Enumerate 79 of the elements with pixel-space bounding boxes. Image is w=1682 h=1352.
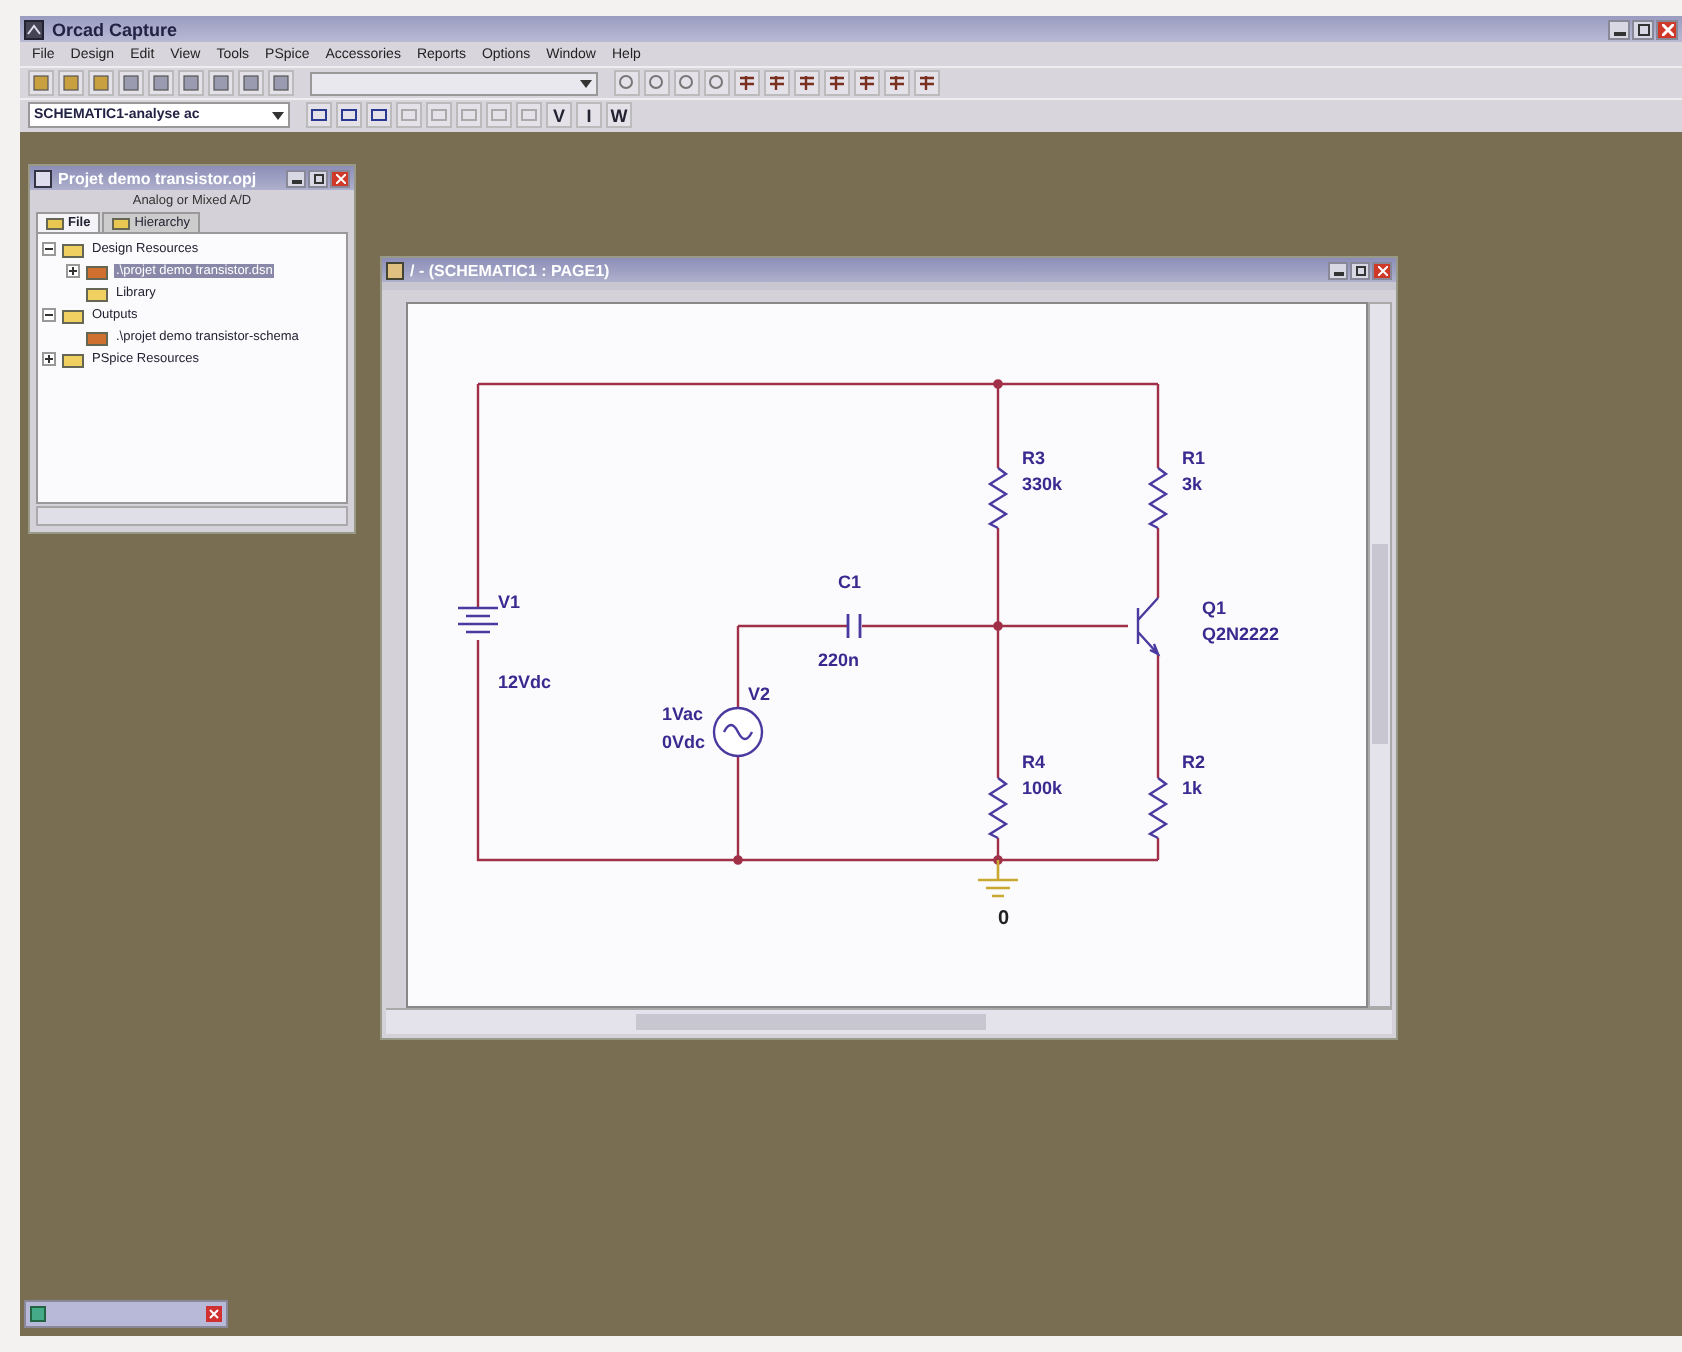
toolbar-button[interactable] [704, 70, 730, 96]
expander-icon[interactable] [66, 264, 80, 278]
window-icon [30, 1306, 46, 1322]
component-value: 12Vdc [498, 672, 552, 692]
toolbar-button[interactable] [336, 102, 362, 128]
window-title: / - (SCHEMATIC1 : PAGE1) [410, 261, 610, 279]
toolbar-button[interactable] [208, 70, 234, 96]
close-button[interactable] [1656, 19, 1678, 39]
dropdown-arrow-icon [272, 109, 284, 121]
toolbar-button[interactable] [58, 70, 84, 96]
component-label: 0 [998, 908, 1010, 930]
component-value: 3k [1182, 474, 1203, 494]
horizontal-scrollbar[interactable] [386, 1008, 1392, 1034]
dropdown-arrow-icon [580, 77, 592, 89]
component-value: 220n [818, 650, 860, 670]
minimized-window[interactable] [24, 1300, 228, 1328]
component-label: R3 [1022, 448, 1046, 468]
toolbar-button[interactable] [644, 70, 670, 96]
toolbar-button[interactable] [734, 70, 760, 96]
toolbar-button[interactable] [88, 70, 114, 96]
toolbar-button[interactable] [794, 70, 820, 96]
component-value: 100k [1022, 778, 1063, 798]
toolbar-button[interactable] [614, 70, 640, 96]
maximize-button[interactable] [308, 169, 328, 187]
toolbar-button[interactable] [884, 70, 910, 96]
toolbar-button[interactable] [306, 102, 332, 128]
component-label: V2 [748, 684, 771, 704]
toolbar-button[interactable] [366, 102, 392, 128]
expander-icon[interactable] [42, 352, 56, 366]
component-label: R1 [1182, 448, 1206, 468]
project-icon [34, 169, 52, 187]
toolbar-button[interactable] [854, 70, 880, 96]
app-icon [24, 19, 44, 39]
component-value: 330k [1022, 474, 1063, 494]
component-value: 1k [1182, 778, 1203, 798]
toolbar-button[interactable] [268, 70, 294, 96]
toolbar-button[interactable] [178, 70, 204, 96]
component-value: 0Vdc [662, 732, 706, 752]
toolbar-button[interactable] [674, 70, 700, 96]
maximize-icon [1355, 265, 1365, 275]
close-icon [335, 173, 345, 183]
marker-button[interactable]: W [606, 102, 632, 128]
horizontal-scrollbar[interactable] [36, 506, 348, 526]
close-icon [1661, 23, 1673, 35]
expander-icon[interactable] [42, 308, 56, 322]
vertical-scrollbar[interactable] [1368, 302, 1392, 1008]
restore-button[interactable] [1632, 19, 1654, 39]
toolbar-button[interactable] [764, 70, 790, 96]
window-title: Orcad Capture [52, 19, 178, 39]
expander-icon[interactable] [42, 242, 56, 256]
window-title: Projet demo transistor.opj [58, 169, 257, 187]
marker-button[interactable]: I [576, 102, 602, 128]
component-label: C1 [838, 572, 862, 592]
close-button[interactable] [1372, 261, 1392, 279]
document-icon [86, 329, 108, 345]
document-icon [86, 263, 108, 279]
maximize-button[interactable] [1350, 261, 1370, 279]
restore-icon [1637, 23, 1649, 35]
minimize-button[interactable] [1328, 261, 1348, 279]
toolbar-button[interactable] [824, 70, 850, 96]
toolbar-button[interactable] [914, 70, 940, 96]
close-icon [206, 1306, 222, 1322]
schematic-icon [386, 261, 404, 279]
toolbar-button[interactable] [238, 70, 264, 96]
component-value: Q2N2222 [1202, 624, 1280, 644]
marker-button[interactable]: V [546, 102, 572, 128]
minimize-button[interactable] [286, 169, 306, 187]
maximize-icon [313, 173, 323, 183]
component-label: Q1 [1202, 598, 1227, 618]
minimize-button[interactable] [1608, 19, 1630, 39]
toolbar-button[interactable] [118, 70, 144, 96]
component-label: V1 [498, 592, 521, 612]
component-label: R4 [1022, 752, 1046, 772]
toolbar-button[interactable] [28, 70, 54, 96]
component-label: R2 [1182, 752, 1206, 772]
close-icon [1377, 265, 1387, 275]
toolbar-button[interactable] [148, 70, 174, 96]
close-button[interactable] [330, 169, 350, 187]
component-value: 1Vac [662, 704, 704, 724]
